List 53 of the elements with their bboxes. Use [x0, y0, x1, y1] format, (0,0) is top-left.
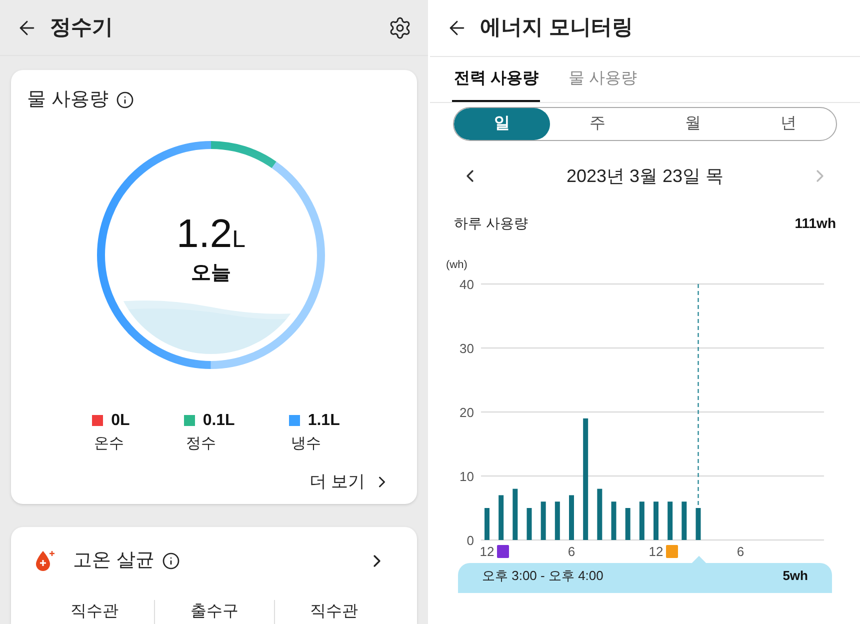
usage-bar[interactable] [639, 502, 644, 540]
usage-bar[interactable] [526, 508, 532, 540]
y-tick-label: 40 [460, 277, 474, 292]
usage-bar[interactable] [540, 502, 546, 540]
x-tick-label: 12 [480, 544, 494, 559]
x-tick-label: 12 [648, 544, 664, 559]
period-tab[interactable]: 일 [454, 108, 550, 140]
card-title: 물 사용량 [27, 88, 108, 112]
tab[interactable]: 물 사용량 [566, 57, 639, 102]
card-title: 고온 살균 [73, 549, 154, 573]
column-heading: 출수구 [190, 602, 238, 622]
page-title: 정수기 [50, 14, 113, 41]
axis-unit: (wh) [446, 259, 468, 271]
y-tick-label: 0 [466, 533, 474, 548]
usage-bar[interactable] [668, 502, 673, 540]
date-label: 2023년 3월 23일 목 [565, 164, 725, 188]
x-tick-label: 6 [736, 544, 744, 559]
daily-usage-value: 111wh [794, 214, 836, 233]
period-tab[interactable]: 월 [645, 108, 740, 140]
page-title: 에너지 모니터링 [480, 15, 633, 42]
y-tick-label: 10 [460, 469, 474, 484]
info-icon[interactable] [116, 91, 134, 110]
usage-bar[interactable] [611, 502, 616, 540]
usage-bar[interactable] [597, 488, 602, 540]
column-heading: 직수관 [70, 602, 119, 622]
y-tick-label: 30 [460, 341, 474, 356]
period-tab[interactable]: 년 [740, 108, 836, 140]
usage-bar[interactable] [583, 418, 588, 540]
usage-bar[interactable] [682, 502, 687, 540]
usage-bar[interactable] [512, 488, 518, 540]
x-tick-label: 6 [568, 544, 576, 559]
info-icon[interactable] [162, 552, 180, 570]
total-usage: 1.2L [176, 214, 246, 254]
legend-value: 0L [111, 410, 130, 430]
usage-bar[interactable] [625, 508, 630, 540]
column-heading: 직수관 [310, 602, 358, 622]
settings-icon[interactable] [388, 16, 412, 40]
tooltip-time-range: 오후 3:00 - 오후 4:00 [482, 567, 604, 585]
period-label: 오늘 [191, 260, 231, 286]
legend-label: 정수 [186, 434, 216, 454]
usage-bar[interactable] [696, 508, 701, 540]
legend-value: 1.1L [308, 410, 340, 430]
tooltip-value: 5wh [782, 567, 808, 585]
tab[interactable]: 전력 사용량 [452, 57, 540, 102]
y-tick-label: 20 [460, 405, 474, 420]
legend-label: 냉수 [290, 434, 321, 454]
period-tab[interactable]: 주 [550, 108, 645, 140]
daily-usage-label: 하루 사용량 [454, 214, 528, 233]
legend-value: 0.1L [202, 410, 235, 430]
legend-label: 온수 [94, 434, 124, 454]
more-link[interactable]: 더 보기 [309, 469, 391, 494]
usage-bar[interactable] [554, 502, 560, 540]
usage-bar[interactable] [498, 495, 504, 540]
